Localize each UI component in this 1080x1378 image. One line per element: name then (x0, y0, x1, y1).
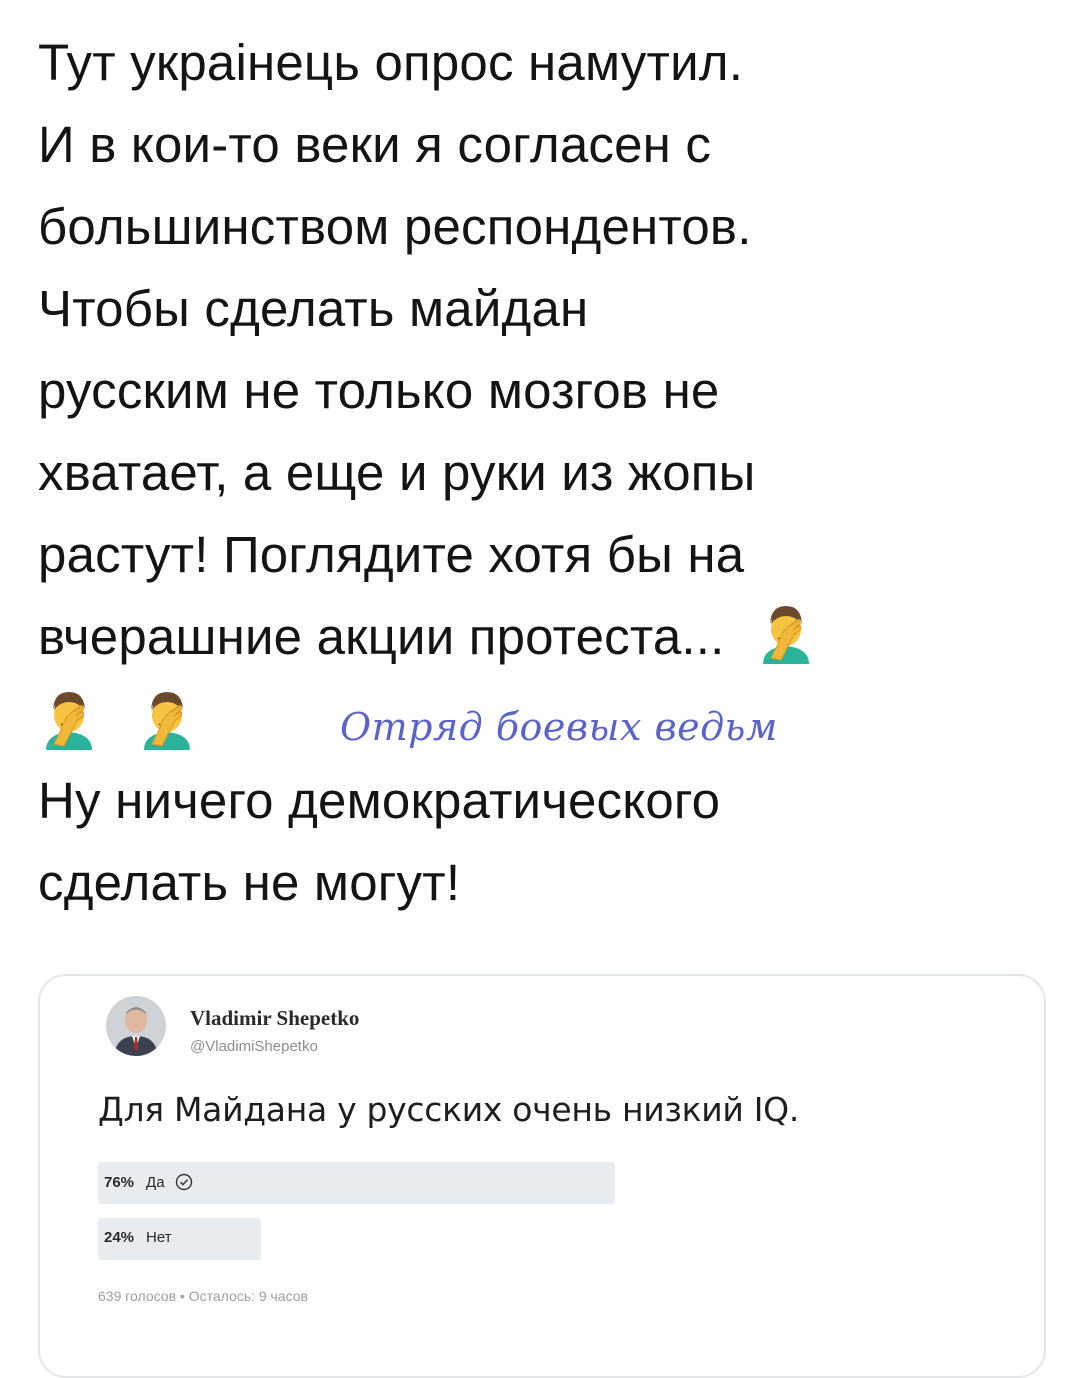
poll-option-yes[interactable]: 76% Да (98, 1162, 778, 1204)
poll-meta: 639 голосов • Осталось: 9 часов (98, 1288, 308, 1304)
facepalm-icon (757, 602, 815, 664)
post-line: растут! Поглядите хотя бы на (38, 526, 745, 583)
avatar[interactable] (106, 996, 166, 1056)
embedded-tweet-card[interactable]: Vladimir Shepetko @VladimiShepetko Для М… (38, 974, 1046, 1378)
facepalm-icon (40, 688, 98, 750)
check-circle-icon (175, 1173, 193, 1191)
poll-option-text: Нет (146, 1229, 172, 1246)
post-text: Тут украінець опрос намутил. И в кои-то … (38, 22, 1048, 924)
avatar-image (106, 996, 166, 1056)
post-line: Тут украінець опрос намутил. (38, 34, 744, 91)
poll-percent: 76% (104, 1174, 135, 1191)
tweet-text: Для Майдана у русских очень низкий IQ. (98, 1090, 800, 1129)
poll-option-no[interactable]: 24% Нет (98, 1218, 778, 1260)
post-line-text: вчерашние акции протеста... (38, 608, 725, 665)
poll-option-text: Да (146, 1174, 165, 1191)
poll-option-label: 76% Да (104, 1173, 193, 1191)
post-line: сделать не могут! (38, 854, 461, 911)
emoji-row: Отряд боевых ведьм (38, 678, 1048, 760)
facepalm-icon (138, 688, 196, 750)
tweet-author-name[interactable]: Vladimir Shepetko (190, 1006, 359, 1031)
post-line: И в кои-то веки я согласен с (38, 116, 712, 173)
poll: 76% Да 24% Нет (98, 1162, 778, 1274)
post-line: большинством респондентов. (38, 198, 752, 255)
post-line: Чтобы сделать майдан (38, 280, 589, 337)
post-line: хватает, а еще и руки из жопы (38, 444, 756, 501)
post-line: русским не только мозгов не (38, 362, 720, 419)
post-line: Ну ничего демократического (38, 772, 721, 829)
poll-percent: 24% (104, 1229, 135, 1246)
watermark-text: Отряд боевых ведьм (340, 705, 778, 749)
poll-option-label: 24% Нет (104, 1229, 172, 1246)
post-line-with-emoji: вчерашние акции протеста... (38, 596, 1048, 678)
tweet-author-handle[interactable]: @VladimiShepetko (190, 1038, 318, 1055)
